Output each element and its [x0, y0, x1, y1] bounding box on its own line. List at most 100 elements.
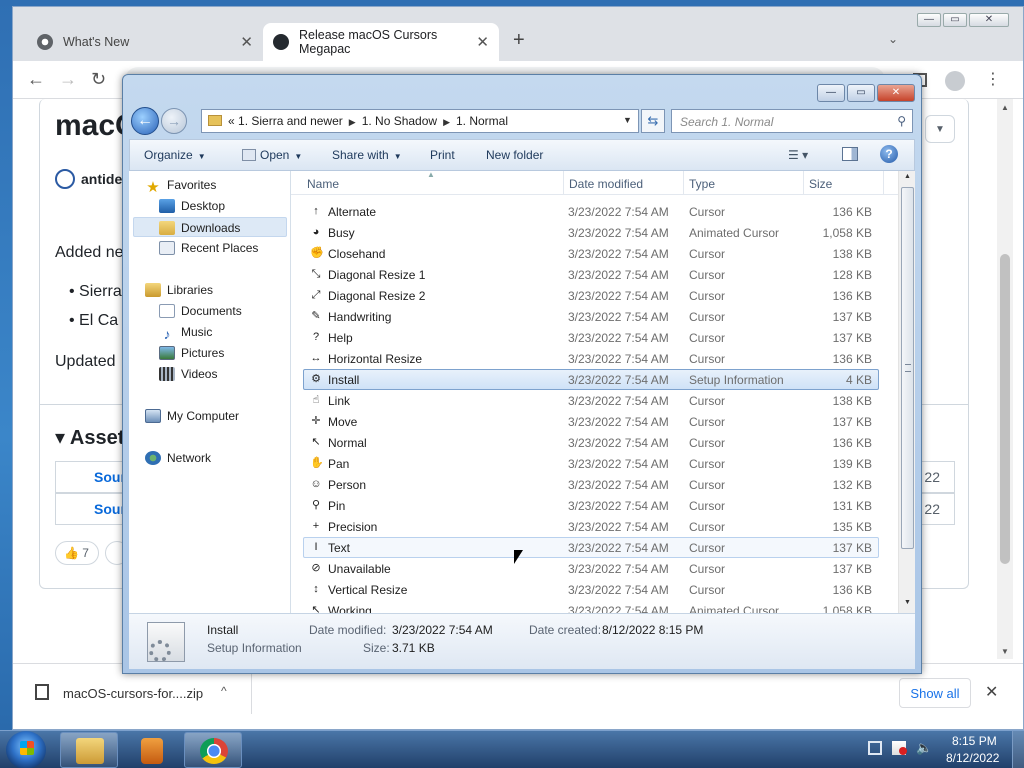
scrollbar-thumb[interactable]	[901, 187, 914, 549]
tab-whats-new[interactable]: What's New ✕	[27, 23, 263, 61]
download-item[interactable]: macOS-cursors-for....zip	[63, 686, 203, 701]
nav-documents[interactable]: Documents	[159, 301, 242, 321]
file-row[interactable]: ⚙ Install 3/23/2022 7:54 AM Setup Informati…	[303, 369, 879, 390]
chrome-close-button[interactable]: ✕	[969, 13, 1009, 27]
volume-icon[interactable]: 🔈	[916, 741, 932, 755]
show-all-button[interactable]: Show all	[899, 678, 971, 708]
nav-favorites[interactable]: ★ Favorites	[145, 175, 216, 195]
column-divider[interactable]	[683, 171, 684, 195]
new-tab-button[interactable]: +	[513, 29, 525, 52]
taskbar-chrome[interactable]	[184, 732, 242, 768]
reload-icon[interactable]: ↻	[91, 69, 106, 90]
nav-libraries[interactable]: Libraries	[145, 280, 213, 300]
chrome-maximize-button[interactable]: ▭	[943, 13, 967, 27]
file-type: Cursor	[689, 499, 726, 513]
file-row[interactable]: ✎ Handwriting 3/23/2022 7:54 AM Cursor 137 K…	[303, 306, 879, 327]
explorer-minimize-button[interactable]: —	[817, 84, 845, 102]
action-center-icon[interactable]	[892, 741, 907, 755]
column-divider[interactable]	[563, 171, 564, 195]
file-row[interactable]: ✛ Move 3/23/2022 7:54 AM Cursor 137 KB	[303, 411, 879, 432]
column-size[interactable]: Size	[809, 177, 832, 191]
file-row[interactable]: ⤢ Diagonal Resize 2 3/23/2022 7:54 AM Curso…	[303, 285, 879, 306]
reaction-thumbs-up[interactable]: 👍 7	[55, 541, 99, 565]
search-input[interactable]: Search 1. Normal ⚲	[671, 109, 913, 133]
file-row[interactable]: ↖ Normal 3/23/2022 7:54 AM Cursor 136 KB	[303, 432, 879, 453]
explorer-maximize-button[interactable]: ▭	[847, 84, 875, 102]
column-type[interactable]: Type	[689, 177, 715, 191]
file-row[interactable]: ⊘ Unavailable 3/23/2022 7:54 AM Cursor 137 K…	[303, 558, 879, 579]
scroll-up-icon[interactable]: ▲	[1001, 103, 1009, 112]
file-list-scrollbar[interactable]: ▲ ▼	[898, 171, 915, 613]
file-row[interactable]: ? Help 3/23/2022 7:54 AM Cursor 137 KB	[303, 327, 879, 348]
nav-network[interactable]: Network	[145, 448, 211, 468]
chrome-minimize-button[interactable]: —	[917, 13, 941, 27]
nav-desktop[interactable]: Desktop	[159, 196, 225, 216]
page-scrollbar[interactable]: ▲ ▼	[997, 99, 1013, 659]
refresh-button[interactable]: ⇆	[641, 109, 665, 133]
address-dropdown-icon[interactable]: ▼	[623, 115, 632, 125]
file-row[interactable]: ↔ Horizontal Resize 3/23/2022 7:54 AM Curso…	[303, 348, 879, 369]
search-icon[interactable]: ⚲	[897, 114, 906, 128]
explorer-close-button[interactable]: ✕	[877, 84, 915, 102]
column-divider[interactable]	[803, 171, 804, 195]
author-avatar[interactable]	[55, 169, 75, 189]
new-folder-button[interactable]: New folder	[486, 148, 543, 162]
show-desktop-button[interactable]	[1012, 731, 1024, 768]
file-row[interactable]: ↑ Alternate 3/23/2022 7:54 AM Cursor 136 KB	[303, 201, 879, 222]
nav-downloads[interactable]: Downloads	[133, 217, 287, 237]
column-date-modified[interactable]: Date modified	[569, 177, 643, 191]
tab-search-icon[interactable]: ⌄	[888, 32, 898, 46]
clock-date[interactable]: 8/12/2022	[946, 751, 999, 765]
share-with-button[interactable]: Share with ▼	[332, 148, 402, 162]
clock-time[interactable]: 8:15 PM	[952, 734, 997, 748]
tab-release[interactable]: Release macOS Cursors Megapac ✕	[263, 23, 499, 61]
file-row[interactable]: ⚲ Pin 3/23/2022 7:54 AM Cursor 131 KB	[303, 495, 879, 516]
nav-videos[interactable]: Videos	[159, 364, 217, 384]
breadcrumb-item[interactable]: 1. Normal	[456, 114, 508, 128]
forward-button[interactable]: →	[161, 108, 187, 134]
help-icon[interactable]: ?	[880, 145, 898, 163]
file-row[interactable]: ◕ Busy 3/23/2022 7:54 AM Animated Cursor 1,0…	[303, 222, 879, 243]
column-divider[interactable]	[883, 171, 884, 195]
column-name[interactable]: Name	[307, 177, 339, 191]
nav-pictures[interactable]: Pictures	[159, 343, 224, 363]
nav-recent-places[interactable]: Recent Places	[159, 238, 258, 258]
file-row[interactable]: ✋ Pan 3/23/2022 7:54 AM Cursor 139 KB	[303, 453, 879, 474]
file-row[interactable]: ⤡ Diagonal Resize 1 3/23/2022 7:54 AM Curso…	[303, 264, 879, 285]
organize-button[interactable]: Organize ▼	[144, 148, 206, 162]
scroll-down-icon[interactable]: ▼	[904, 599, 911, 606]
taskbar-explorer[interactable]	[60, 732, 118, 768]
tab-close-icon[interactable]: ✕	[240, 33, 253, 51]
address-breadcrumb[interactable]: « 1. Sierra and newer ▶ 1. No Shadow ▶ 1. No…	[201, 109, 639, 133]
chrome-menu-icon[interactable]: ⋮	[985, 69, 1001, 89]
close-downloads-icon[interactable]: ✕	[985, 682, 998, 702]
tab-close-icon[interactable]: ✕	[476, 33, 489, 51]
breadcrumb-item[interactable]: 1. No Shadow	[362, 114, 437, 128]
scrollbar-thumb[interactable]	[1000, 254, 1010, 564]
file-row[interactable]: ✊ Closehand 3/23/2022 7:54 AM Cursor 138 KB	[303, 243, 879, 264]
nav-music[interactable]: ♪ Music	[159, 322, 213, 342]
breadcrumb-item[interactable]: 1. Sierra and newer	[238, 114, 343, 128]
profile-avatar-icon[interactable]	[945, 71, 965, 91]
download-menu-icon[interactable]: ^	[221, 684, 227, 698]
file-name: Alternate	[328, 205, 377, 219]
change-view-icon[interactable]: ☰ ▾	[788, 148, 808, 162]
file-row[interactable]: I Text 3/23/2022 7:54 AM Cursor 137 KB	[303, 537, 879, 558]
nav-my-computer[interactable]: My Computer	[145, 406, 239, 426]
file-row[interactable]: + Precision 3/23/2022 7:54 AM Cursor 135 KB	[303, 516, 879, 537]
preview-pane-icon[interactable]	[842, 147, 858, 161]
start-button[interactable]	[6, 731, 46, 768]
file-row[interactable]: ↕ Vertical Resize 3/23/2022 7:54 AM Cursor 1…	[303, 579, 879, 600]
open-button[interactable]: Open ▼	[242, 148, 302, 162]
release-options-button[interactable]: ▼	[925, 115, 955, 143]
scroll-up-icon[interactable]: ▲	[904, 173, 911, 180]
file-row[interactable]: ☝ Link 3/23/2022 7:54 AM Cursor 138 KB	[303, 390, 879, 411]
forward-icon[interactable]: →	[59, 69, 77, 90]
network-tray-icon[interactable]	[868, 741, 882, 755]
back-icon[interactable]: ←	[27, 69, 45, 90]
print-button[interactable]: Print	[430, 148, 455, 162]
back-button[interactable]: ←	[131, 107, 159, 135]
scroll-down-icon[interactable]: ▼	[1001, 647, 1009, 656]
file-row[interactable]: ☺ Person 3/23/2022 7:54 AM Cursor 132 KB	[303, 474, 879, 495]
taskbar-media-player[interactable]	[122, 732, 180, 768]
